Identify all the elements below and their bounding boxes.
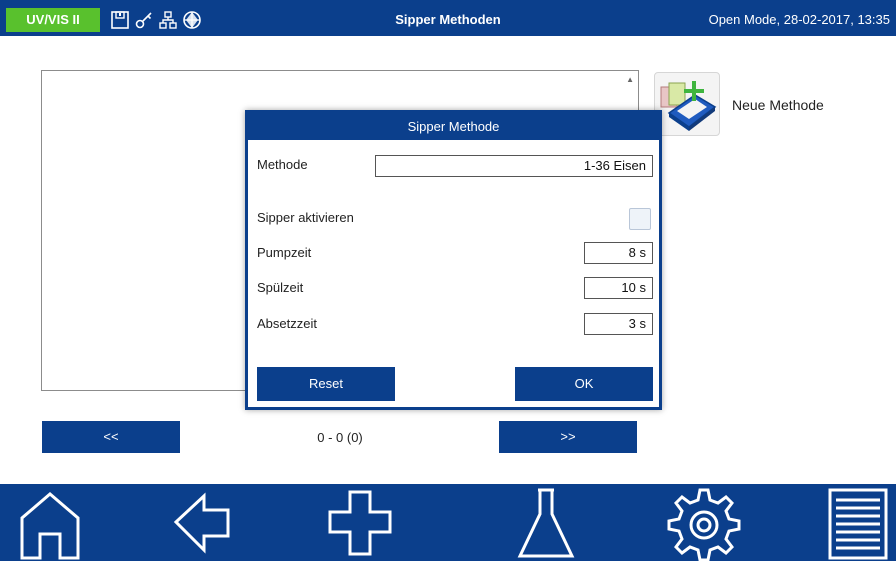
- next-page-button[interactable]: >>: [499, 421, 637, 453]
- home-icon: [20, 492, 80, 560]
- sipper-activate-checkbox[interactable]: [629, 208, 651, 230]
- top-bar: UV/VIS II Sipper Methoden Open Mode, 28-…: [0, 0, 896, 36]
- ok-button[interactable]: OK: [515, 367, 653, 401]
- add-icon: [328, 490, 392, 556]
- page-counter: 0 - 0 (0): [317, 430, 363, 445]
- measurement-button[interactable]: [504, 484, 588, 561]
- settings-button[interactable]: [662, 484, 746, 561]
- back-button[interactable]: [160, 484, 244, 561]
- rinse-time-label: Spülzeit: [257, 280, 304, 295]
- bottom-nav: [0, 484, 896, 561]
- settle-time-field[interactable]: 3 s: [584, 313, 653, 335]
- method-field[interactable]: 1-36 Eisen: [375, 155, 653, 177]
- pump-time-label: Pumpzeit: [257, 245, 312, 260]
- back-icon: [173, 492, 230, 554]
- reset-button[interactable]: Reset: [257, 367, 395, 401]
- mode-datetime: Open Mode, 28-02-2017, 13:35: [708, 12, 890, 27]
- dialog-title: Sipper Methode: [248, 113, 659, 140]
- home-button[interactable]: [8, 484, 92, 561]
- rinse-time-field[interactable]: 10 s: [584, 277, 653, 299]
- sipper-method-dialog: Sipper Methode Methode 1-36 Eisen Sipper…: [245, 110, 662, 410]
- sipper-activate-label: Sipper aktivieren: [257, 210, 354, 225]
- settings-icon: [667, 488, 741, 561]
- new-method-button[interactable]: [654, 72, 720, 136]
- method-label: Methode: [257, 157, 308, 172]
- settle-time-label: Absetzzeit: [257, 316, 317, 331]
- list-icon: [828, 488, 888, 560]
- new-method-label: Neue Methode: [732, 97, 824, 113]
- pump-time-field[interactable]: 8 s: [584, 242, 653, 264]
- flask-icon: [517, 488, 575, 558]
- list-button[interactable]: [816, 484, 896, 561]
- previous-page-button[interactable]: <<: [42, 421, 180, 453]
- scroll-up-icon[interactable]: ▲: [626, 75, 634, 84]
- add-method-icon: [660, 81, 717, 131]
- add-button[interactable]: [318, 484, 402, 561]
- app-screen: UV/VIS II Sipper Methoden Open Mode, 28-…: [0, 0, 896, 561]
